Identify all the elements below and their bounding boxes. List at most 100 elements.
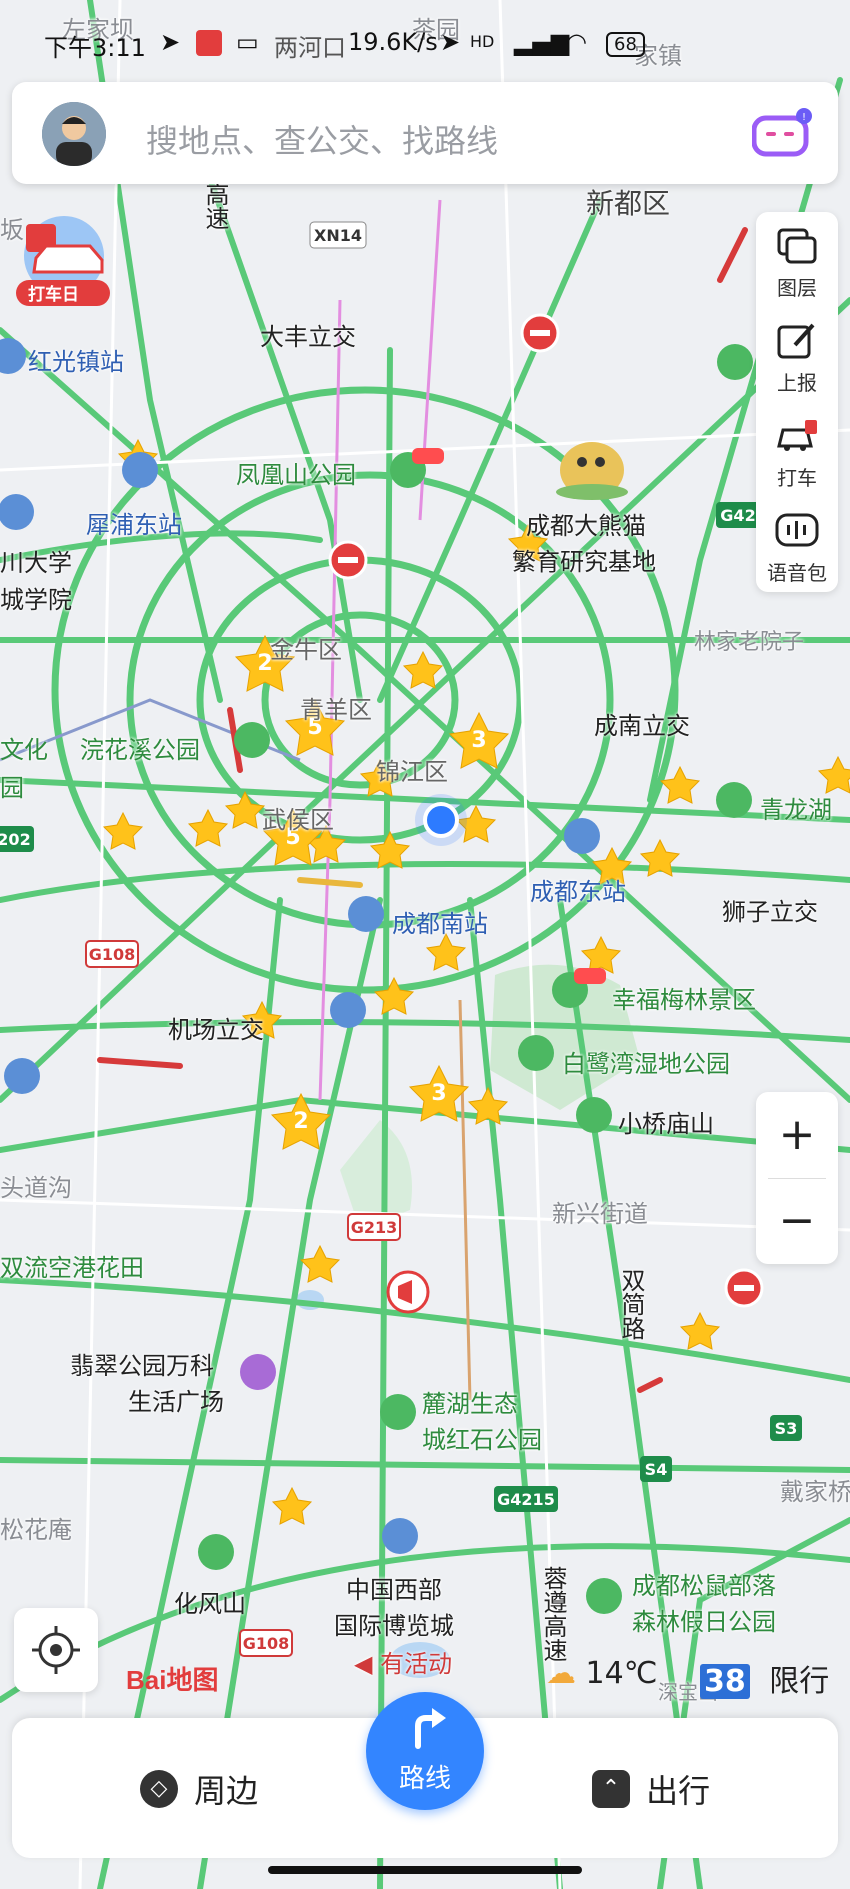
poi-label: 繁育研究基地 [512, 548, 656, 576]
traffic-closure-icon[interactable] [724, 1268, 764, 1308]
shopping-pin-icon [240, 1354, 276, 1390]
crosshair-icon [32, 1626, 80, 1674]
map-label: 机场立交 [168, 1016, 264, 1044]
search-bar[interactable]: 搜地点、查公交、找路线 ! [12, 82, 838, 184]
svg-text:S3: S3 [775, 1419, 798, 1438]
park-label: 双流空港花田 [0, 1254, 144, 1282]
zoom-in-button[interactable]: + [756, 1092, 838, 1178]
location-arrow-icon: ➤ [440, 28, 461, 56]
app-notification-icon [196, 30, 222, 56]
vr-icon: ▭ [236, 28, 259, 56]
search-input[interactable]: 搜地点、查公交、找路线 [146, 116, 498, 162]
navigation-arrow-icon: ➤ [160, 28, 181, 56]
map-label: 林家老院子 [694, 630, 805, 655]
nearby-button[interactable]: ◇ 周边 [140, 1766, 258, 1812]
map-label: 狮子立交 [722, 898, 818, 926]
layers-button[interactable]: 图层 [756, 212, 838, 307]
layers-icon [777, 228, 817, 264]
station-label: 成都南站 [392, 910, 488, 938]
station-label: 红光镇站 [28, 348, 124, 376]
cluster-count: 3 [471, 728, 486, 753]
home-indicator[interactable] [268, 1866, 582, 1874]
zoom-controls: + − [756, 1092, 838, 1264]
status-location: 两河口 [274, 34, 346, 62]
avatar[interactable] [42, 102, 106, 166]
poi-label: 翡翠公园万科 [70, 1352, 214, 1380]
map-label: 川大学 [0, 549, 72, 577]
map-label: 新都区 [586, 187, 671, 220]
road-label: 高速 [201, 182, 229, 230]
svg-text:XN14: XN14 [314, 226, 362, 245]
weather-widget[interactable]: ☁ 14℃ [546, 1656, 657, 1691]
road-label: 双简路 [617, 1268, 645, 1340]
map-tools-panel: 图层 上报 打车 语音包 [756, 212, 838, 592]
station-pin-icon [382, 1518, 418, 1554]
travel-button[interactable]: ⌃ 出行 [592, 1766, 710, 1812]
svg-text:G108: G108 [243, 1634, 290, 1653]
station-pin-icon [564, 818, 600, 854]
restriction-label: 限行 [769, 1664, 830, 1699]
baidu-logo: Bai地图 [126, 1665, 219, 1695]
report-button[interactable]: 上报 [756, 307, 838, 402]
park-pin-icon [576, 1097, 612, 1133]
taxi-button[interactable]: 打车 [756, 402, 838, 497]
map-label: 新兴街道 [552, 1200, 648, 1228]
traffic-closure-icon[interactable] [328, 540, 368, 580]
map-label: 头道沟 [0, 1174, 72, 1202]
route-label: 路线 [398, 1764, 451, 1794]
turn-arrow-icon [415, 1708, 446, 1749]
signal-icon: ▂▄▆ [514, 28, 570, 56]
map-label: 松花庵 [0, 1516, 72, 1544]
map-label: 戴家桥 [780, 1478, 850, 1506]
status-time: 下午3:11 [44, 34, 146, 62]
park-label: 青龙湖 [760, 796, 832, 824]
map-label: 小桥庙山 [618, 1110, 714, 1138]
park-pin-icon [198, 1534, 234, 1570]
svg-text:G108: G108 [89, 945, 136, 964]
park-pin-icon [717, 344, 753, 380]
station-pin-icon [348, 896, 384, 932]
traffic-restriction[interactable]: 38 限行 [700, 1656, 829, 1700]
hd-icon: HD [470, 32, 495, 51]
locate-me-button[interactable] [14, 1608, 98, 1692]
map-label: 大丰立交 [260, 323, 356, 351]
svg-text:!: ! [802, 112, 806, 123]
poi-label: 中国西部 [346, 1576, 442, 1604]
park-label: 文化 [0, 736, 48, 764]
route-button[interactable]: 路线 [366, 1692, 484, 1810]
ai-assistant-icon[interactable]: ! [751, 108, 812, 158]
district-label: 锦江区 [376, 758, 448, 786]
taxi-icon [777, 420, 817, 451]
park-label: 森林假日公园 [632, 1608, 776, 1636]
traffic-closure-icon[interactable] [520, 313, 560, 353]
svg-text:202: 202 [0, 830, 31, 849]
svg-text:G213: G213 [351, 1218, 398, 1237]
park-label: 麓湖生态 [422, 1390, 518, 1418]
status-bar: 下午3:11 ➤ ▭ 两河口 19.6K/s ➤ HD ▂▄▆ ◠ 68 [0, 0, 850, 62]
park-label: 成都松鼠部落 [632, 1572, 776, 1600]
cluster-count: 3 [431, 1081, 446, 1106]
temperature: 14℃ [585, 1656, 658, 1691]
park-label: 园 [0, 774, 24, 802]
station-pin-icon [122, 452, 158, 488]
voice-pack-button[interactable]: 语音包 [756, 497, 838, 592]
park-label: 幸福梅林景区 [612, 986, 756, 1014]
cluster-count: 2 [293, 1109, 308, 1134]
park-pin-icon [518, 1035, 554, 1071]
promo-label: 打车日 [28, 285, 79, 305]
taxi-day-promo[interactable]: 打车日 [12, 212, 112, 308]
park-pin-icon [716, 782, 752, 818]
park-pin-icon [586, 1578, 622, 1614]
zoom-out-button[interactable]: − [756, 1178, 838, 1264]
report-icon [777, 323, 815, 359]
district-label: 青羊区 [300, 696, 372, 724]
map-label: 城学院 [0, 586, 72, 614]
cloud-sun-icon: ☁ [546, 1656, 576, 1691]
district-label: 金牛区 [270, 636, 342, 664]
park-label: 城红石公园 [422, 1426, 542, 1454]
svg-text:G4215: G4215 [497, 1490, 555, 1509]
station-label: 成都东站 [530, 878, 626, 906]
restriction-numbers: 38 [700, 1664, 750, 1699]
activity-label[interactable]: ◀ 有活动 [354, 1644, 452, 1679]
svg-text:S4: S4 [645, 1460, 668, 1479]
